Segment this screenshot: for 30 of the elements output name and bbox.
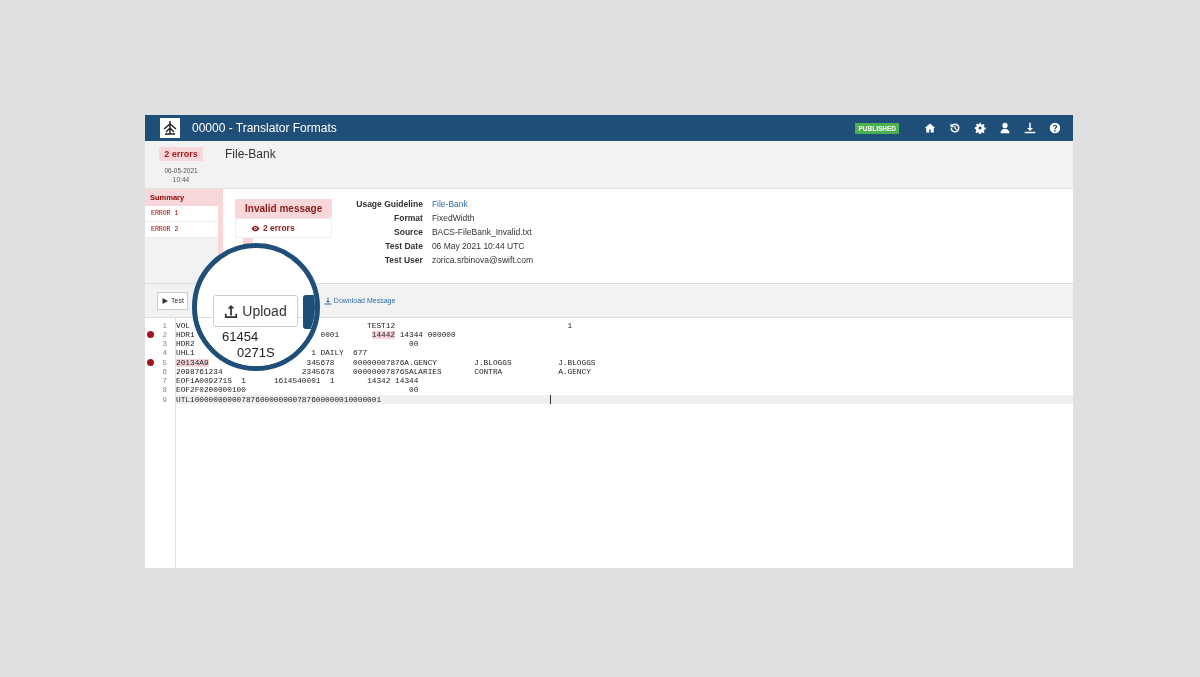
upload-icon bbox=[224, 304, 239, 318]
user-icon bbox=[998, 122, 1011, 134]
magnified-text: 61454 bbox=[222, 329, 259, 344]
detail-label: Usage Guideline bbox=[356, 199, 423, 209]
detail-label: Test User bbox=[383, 255, 423, 265]
magnified-text: 0271S bbox=[237, 345, 275, 360]
detail-value: BACS-FileBank_Invalid.txt bbox=[431, 227, 533, 237]
home-icon bbox=[923, 122, 936, 134]
upload-button[interactable]: Upload bbox=[213, 295, 298, 327]
detail-label: Format bbox=[393, 213, 423, 223]
settings-icon bbox=[973, 122, 986, 134]
play-icon bbox=[161, 296, 169, 305]
detail-label: Test Date bbox=[384, 241, 423, 251]
detail-label: Source bbox=[393, 227, 423, 237]
detail-value: FixedWidth bbox=[431, 213, 476, 223]
result-title: Invalid message bbox=[235, 199, 333, 218]
window-title: 00000 - Translator Formats bbox=[192, 121, 338, 135]
history-icon bbox=[948, 122, 961, 134]
error-count-badge: 2 errors bbox=[159, 147, 203, 161]
guideline-link[interactable]: File-Bank bbox=[431, 199, 534, 209]
errors-link[interactable]: 2 errors bbox=[235, 218, 333, 238]
logo-icon bbox=[160, 118, 180, 138]
help-icon bbox=[1048, 122, 1061, 134]
detail-value: zorica.srbinova@swift.com bbox=[431, 255, 534, 265]
eye-icon bbox=[251, 223, 260, 233]
download-icon bbox=[323, 296, 332, 305]
message-name: File-Bank bbox=[225, 147, 276, 163]
text-cursor bbox=[550, 395, 551, 405]
download-icon bbox=[1023, 122, 1036, 134]
detail-value: 06 May 2021 10:44 UTC bbox=[431, 241, 526, 251]
